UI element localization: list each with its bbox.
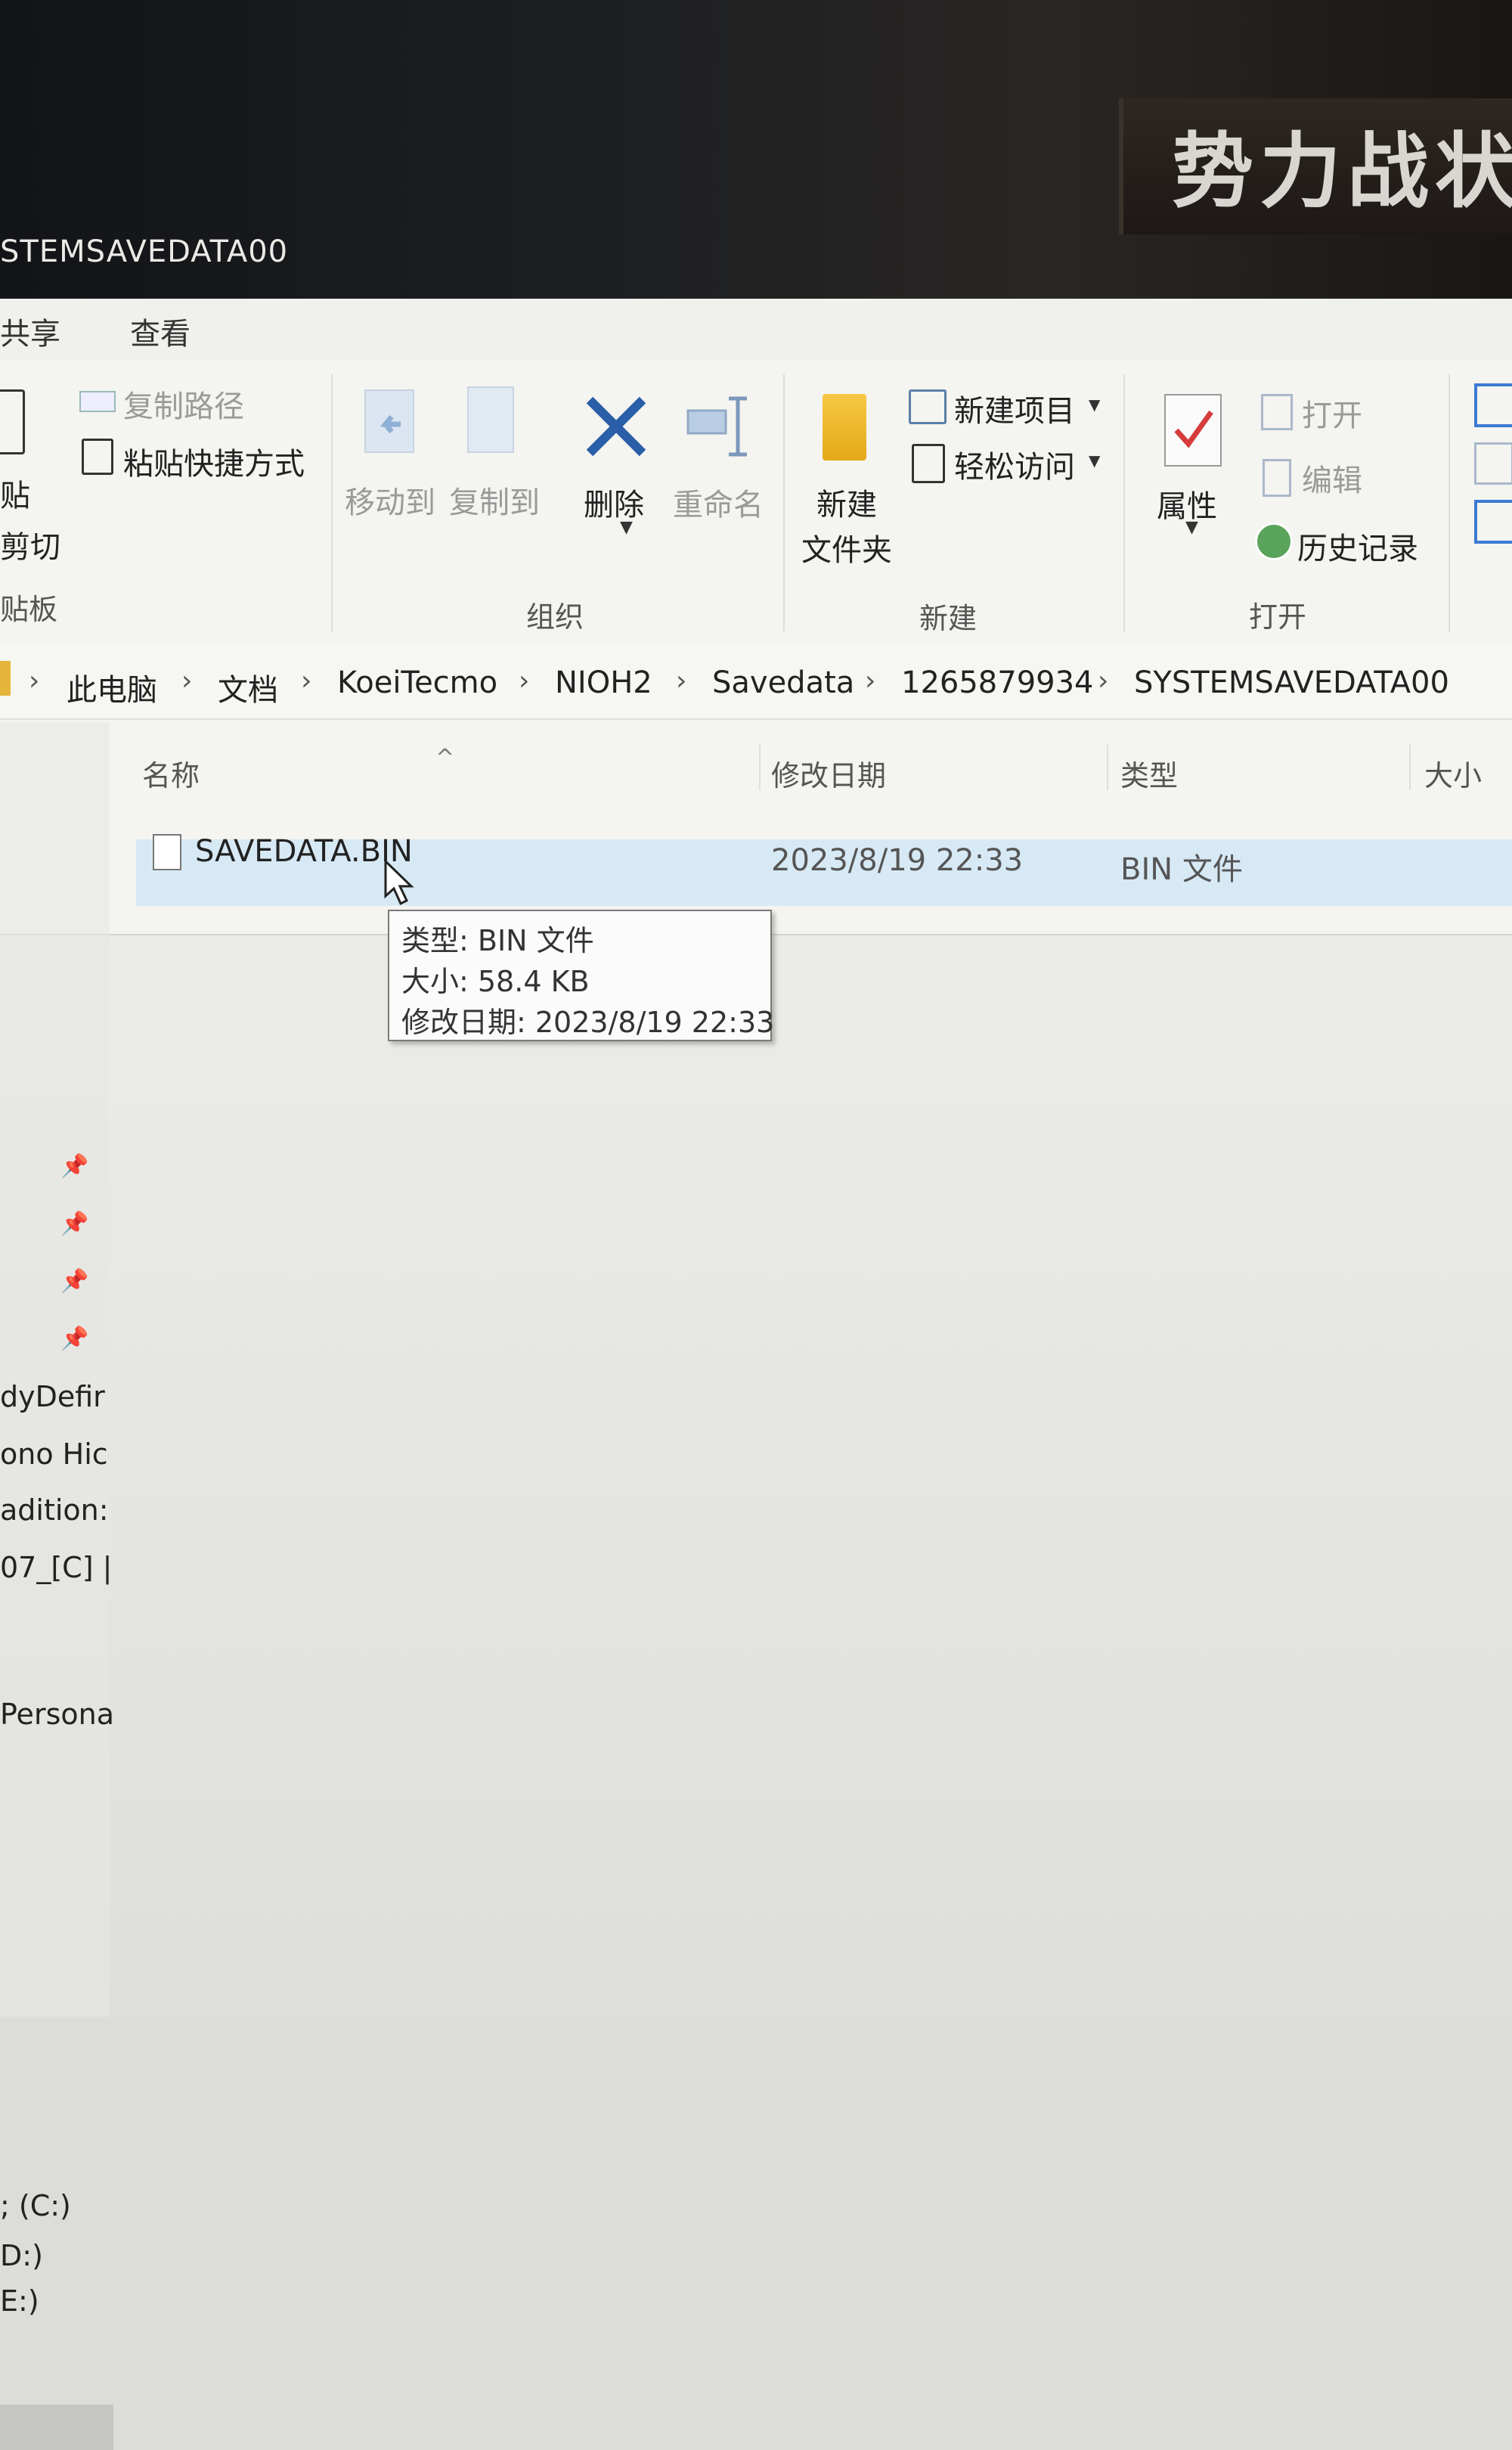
invert-selection-icon[interactable] xyxy=(1474,500,1512,544)
history-button[interactable]: 历史记录 xyxy=(1297,524,1418,568)
window-title: STEMSAVEDATA00 xyxy=(0,234,289,269)
navigation-pane: 📌 📌 📌 📌 dyDefir ono Hic adition: 07_[C] … xyxy=(0,722,114,2450)
column-header-name[interactable]: 名称 xyxy=(142,752,200,794)
delete-icon xyxy=(584,394,649,462)
new-folder-line2[interactable]: 文件夹 xyxy=(801,526,892,569)
column-divider[interactable] xyxy=(1409,745,1411,790)
chevron-right-icon: › xyxy=(676,665,687,696)
banner-text: 势力战状 xyxy=(1172,124,1512,219)
tab-share[interactable]: 共享 xyxy=(0,309,60,353)
chevron-right-icon: › xyxy=(29,665,40,696)
new-item-icon xyxy=(909,389,947,424)
nav-item[interactable]: dyDefir xyxy=(0,1380,105,1413)
open-icon xyxy=(1261,394,1293,430)
pin-icon[interactable]: 📌 xyxy=(60,1153,88,1180)
ribbon-divider xyxy=(1448,374,1450,631)
nav-item-drive[interactable]: E:) xyxy=(0,2284,39,2318)
select-all-icon[interactable] xyxy=(1474,383,1512,427)
paste-shortcut-button[interactable]: 粘贴快捷方式 xyxy=(123,439,305,483)
file-explorer-window: 共享 查看 贴 复制路径 粘贴快捷方式 剪切 贴板 移动到 复制到 删除 ▼ 重… xyxy=(0,299,1512,2450)
ribbon-divider xyxy=(783,374,785,631)
easy-access-button[interactable]: 轻松访问 xyxy=(954,442,1075,486)
column-header-modified[interactable]: 修改日期 xyxy=(771,752,886,794)
paste-button[interactable]: 贴 xyxy=(0,471,30,515)
copy-path-button[interactable]: 复制路径 xyxy=(123,382,244,426)
chevron-right-icon: › xyxy=(519,665,530,696)
move-to-button[interactable]: 移动到 xyxy=(345,478,435,522)
paste-icon[interactable] xyxy=(0,389,25,454)
breadcrumb-current-folder[interactable]: SYSTEMSAVEDATA00 xyxy=(1134,665,1449,700)
folder-icon xyxy=(0,661,11,696)
group-label-new: 新建 xyxy=(919,602,978,635)
history-icon xyxy=(1255,523,1293,560)
file-name[interactable]: SAVEDATA.BIN xyxy=(195,834,413,869)
delete-button[interactable]: 删除 xyxy=(584,480,644,524)
new-folder-icon xyxy=(823,394,866,461)
group-label-organize: 组织 xyxy=(526,600,584,634)
pin-icon[interactable]: 📌 xyxy=(60,1268,88,1295)
nav-item[interactable]: Persona xyxy=(0,1698,114,1731)
group-label-clipboard: 贴板 xyxy=(0,593,58,626)
copy-path-icon xyxy=(79,391,116,412)
nav-item-drive[interactable]: D:) xyxy=(0,2239,43,2272)
rename-button[interactable]: 重命名 xyxy=(673,480,764,524)
edit-icon xyxy=(1263,459,1291,497)
column-header-type[interactable]: 类型 xyxy=(1120,752,1178,794)
file-modified: 2023/8/19 22:33 xyxy=(771,843,1024,878)
ribbon-divider xyxy=(331,374,333,631)
chevron-down-icon: ▼ xyxy=(1185,518,1198,537)
chevron-down-icon: ▼ xyxy=(1089,451,1101,470)
move-to-icon xyxy=(364,389,414,453)
breadcrumb-savedata[interactable]: Savedata xyxy=(712,665,854,700)
edit-button[interactable]: 编辑 xyxy=(1302,456,1362,500)
pin-icon[interactable]: 📌 xyxy=(60,1211,88,1237)
file-icon xyxy=(153,834,181,870)
breadcrumb-user-id[interactable]: 1265879934 xyxy=(901,665,1094,700)
cut-button[interactable]: 剪切 xyxy=(0,523,60,566)
nav-item[interactable]: adition: xyxy=(0,1493,109,1527)
open-button[interactable]: 打开 xyxy=(1302,391,1362,435)
ribbon-divider xyxy=(1123,374,1125,631)
new-item-button[interactable]: 新建项目 xyxy=(954,386,1075,430)
chevron-right-icon: › xyxy=(181,665,193,696)
properties-icon xyxy=(1164,394,1222,467)
column-header-size[interactable]: 大小 xyxy=(1424,752,1482,794)
tooltip-size: 大小: 58.4 KB xyxy=(401,965,590,998)
breadcrumb-nioh2[interactable]: NIOH2 xyxy=(555,665,652,700)
breadcrumb-this-pc[interactable]: 此电脑 xyxy=(67,665,157,709)
nav-item[interactable]: ono Hic xyxy=(0,1437,108,1471)
column-divider[interactable] xyxy=(1107,745,1108,790)
copy-to-button[interactable]: 复制到 xyxy=(449,478,540,522)
copy-to-icon xyxy=(467,386,514,453)
pin-icon[interactable]: 📌 xyxy=(60,1326,88,1352)
tooltip-modified: 修改日期: 2023/8/19 22:33 xyxy=(401,1006,775,1039)
nav-item[interactable]: 07_[C] | xyxy=(0,1551,112,1584)
chevron-down-icon: ▼ xyxy=(1089,395,1101,414)
breadcrumb[interactable]: › 此电脑 › 文档 › KoeiTecmo › NIOH2 › Savedat… xyxy=(0,643,1512,720)
file-type: BIN 文件 xyxy=(1120,852,1243,887)
breadcrumb-koeitecmo[interactable]: KoeiTecmo xyxy=(337,665,497,700)
paste-shortcut-icon xyxy=(82,439,113,475)
chevron-right-icon: › xyxy=(301,665,312,696)
breadcrumb-documents[interactable]: 文档 xyxy=(218,665,278,709)
chevron-right-icon: › xyxy=(1098,665,1109,696)
select-none-icon[interactable] xyxy=(1474,442,1512,485)
rename-icon xyxy=(685,394,758,462)
easy-access-icon xyxy=(912,444,945,483)
tooltip-type: 类型: BIN 文件 xyxy=(401,924,594,957)
tab-view[interactable]: 查看 xyxy=(130,309,191,353)
column-divider[interactable] xyxy=(759,745,761,790)
mouse-cursor-icon xyxy=(384,858,414,910)
nav-scrollbar-thumb[interactable] xyxy=(0,2405,113,2450)
ribbon-tabs: 共享 查看 xyxy=(0,299,1512,359)
new-folder-line1[interactable]: 新建 xyxy=(816,480,877,524)
chevron-right-icon: › xyxy=(865,665,876,696)
sort-ascending-icon: ^ xyxy=(435,745,455,771)
group-label-open: 打开 xyxy=(1249,600,1307,634)
nav-item-drive[interactable]: ; (C:) xyxy=(0,2189,71,2222)
chevron-down-icon: ▼ xyxy=(620,518,633,537)
file-tooltip: 类型: BIN 文件 大小: 58.4 KB 修改日期: 2023/8/19 2… xyxy=(388,910,775,1041)
